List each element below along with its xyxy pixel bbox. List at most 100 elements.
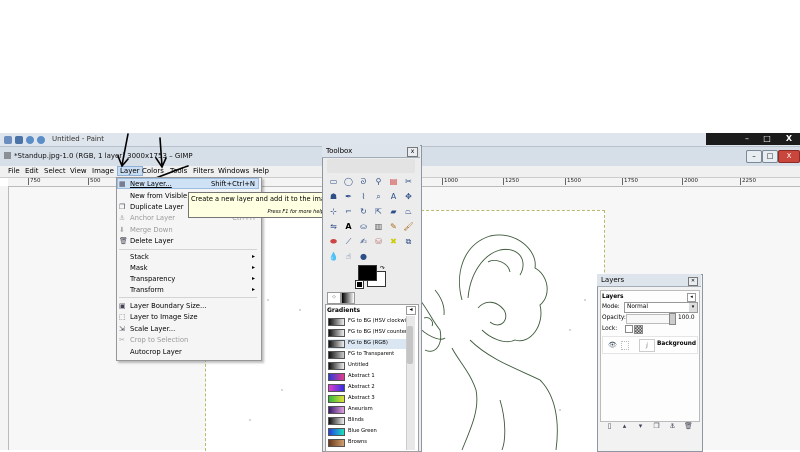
brush-preview-icon[interactable]: ⁘ <box>327 292 341 304</box>
opacity-slider-handle[interactable] <box>669 313 676 325</box>
layer-name[interactable]: Background <box>657 341 696 347</box>
clone-icon[interactable]: ⛁ <box>373 236 384 247</box>
gradient-item[interactable]: FG to BG (HSV counter-clockwise) <box>328 328 406 338</box>
toolbox-close-button[interactable]: x <box>407 147 418 157</box>
mode-select[interactable]: Normal ▾ <box>624 302 698 313</box>
gradient-scroll-thumb[interactable] <box>407 326 413 364</box>
crop-tool-icon[interactable]: ⌐ <box>343 206 354 217</box>
gradient-item[interactable]: Untitled <box>328 361 406 371</box>
delete-layer-icon[interactable]: 🗑 <box>684 422 693 431</box>
crop-icon: ✂ <box>119 336 125 344</box>
layers-menu-icon[interactable]: ◂ <box>687 293 696 302</box>
default-colors-icon[interactable] <box>355 280 364 289</box>
gradient-swatch <box>328 362 345 370</box>
duplicate-layer-icon[interactable]: ❐ <box>652 422 661 431</box>
foreground-select-icon[interactable]: ☗ <box>328 191 339 202</box>
new-layer-icon[interactable]: ▯ <box>605 422 614 431</box>
lock-label: Lock: <box>602 326 618 332</box>
gradient-item[interactable]: Abstract 2 <box>328 383 406 393</box>
delete-layer-icon: 🗑 <box>119 237 128 245</box>
text-tool-icon[interactable]: A <box>343 221 354 232</box>
rotate-icon[interactable]: ↻ <box>358 206 369 217</box>
swap-colors-icon[interactable]: ↷ <box>380 265 385 272</box>
scissors-icon[interactable]: ✂ <box>403 176 414 187</box>
gradient-name: FG to Transparent <box>348 351 395 357</box>
raise-layer-icon[interactable]: ▴ <box>620 422 629 431</box>
lasso-icon[interactable]: ᘐ <box>358 176 369 187</box>
gradient-name: Blinds <box>348 417 364 423</box>
shear-icon[interactable]: ▰ <box>388 206 399 217</box>
gradient-item[interactable]: Blinds <box>328 416 406 426</box>
menu-item-crop-to-selection[interactable]: ✂ Crop to Selection <box>116 334 260 346</box>
perspective-icon[interactable]: ⏢ <box>403 206 414 217</box>
gradient-item[interactable]: Browns <box>328 438 406 448</box>
menu-item-new-layer[interactable]: ▦ New Layer... Shift+Ctrl+N <box>116 178 260 190</box>
smudge-icon[interactable]: ☝ <box>343 251 354 262</box>
eye-icon[interactable]: 👁 <box>608 341 617 349</box>
blend-icon[interactable]: ▥ <box>373 221 384 232</box>
gradient-preview-icon[interactable] <box>341 292 355 304</box>
rect-select-icon[interactable]: ▭ <box>328 176 339 187</box>
gradient-item[interactable]: FG to BG (RGB) <box>328 339 406 349</box>
menu-shortcut: Shift+Ctrl+N <box>210 180 255 188</box>
color-picker-icon[interactable]: ⌇ <box>358 191 369 202</box>
perspective-clone-icon[interactable]: ⧉ <box>403 236 414 247</box>
menu-item-layer-to-image-size[interactable]: ⬚ Layer to Image Size <box>116 311 260 323</box>
gradient-item[interactable]: FG to BG (HSV clockwise hue) <box>328 317 406 327</box>
measure-icon[interactable]: A <box>388 191 399 202</box>
menu-item-label: Transparency <box>130 275 176 283</box>
color-select-icon[interactable]: ▤ <box>388 176 399 187</box>
gradient-item[interactable]: Abstract 1 <box>328 372 406 382</box>
ellipse-select-icon[interactable]: ◯ <box>343 176 354 187</box>
paths-icon[interactable]: ✒ <box>343 191 354 202</box>
gradient-item[interactable]: Abstract 3 <box>328 394 406 404</box>
lock-pixels-checkbox[interactable] <box>625 325 633 333</box>
layer-row[interactable]: 👁 ⅉ Background <box>602 336 698 354</box>
airbrush-icon[interactable]: ⟋ <box>343 236 354 247</box>
dodge-burn-icon[interactable]: ● <box>358 251 369 262</box>
menu-item-delete-layer[interactable]: 🗑 Delete Layer <box>116 235 260 247</box>
pencil-icon[interactable]: ✎ <box>388 221 399 232</box>
gradient-item[interactable]: Aneurism <box>328 405 406 415</box>
menu-item-label: Duplicate Layer <box>130 203 184 211</box>
lower-layer-icon[interactable]: ▾ <box>636 422 645 431</box>
eraser-icon[interactable]: ⬬ <box>328 236 339 247</box>
anchor-layer-icon[interactable]: ⚓ <box>668 422 677 431</box>
duplicate-layer-icon: ❐ <box>119 203 126 211</box>
menu-item-label: Delete Layer <box>130 237 174 245</box>
blur-icon[interactable]: 💧 <box>328 251 339 262</box>
submenu-arrow-icon: ▸ <box>251 275 255 282</box>
gradient-name: Abstract 3 <box>348 395 375 401</box>
scale-icon[interactable]: ⇱ <box>373 206 384 217</box>
heal-icon[interactable]: ✖ <box>388 236 399 247</box>
bucket-fill-icon[interactable]: ⛀ <box>358 221 369 232</box>
layer-thumbnail: ⅉ <box>639 339 655 352</box>
menu-item-label: Scale Layer... <box>130 325 176 333</box>
gradient-name: FG to BG (HSV counter-clockwise) <box>348 329 406 335</box>
gradient-item[interactable]: Blue Green <box>328 427 406 437</box>
foreground-color-swatch[interactable] <box>358 265 377 281</box>
submenu-arrow-icon: ▸ <box>251 264 255 271</box>
opacity-value[interactable]: 100.0 <box>678 315 695 321</box>
zoom-icon[interactable]: ⌕ <box>373 191 384 202</box>
paintbrush-icon[interactable]: 🖌 <box>403 221 414 232</box>
layers-tab-label[interactable]: Layers <box>602 294 623 300</box>
menu-item-autocrop-layer[interactable]: Autocrop Layer <box>116 346 260 358</box>
align-icon[interactable]: ⊹ <box>328 206 339 217</box>
chevron-down-icon: ▾ <box>689 303 697 312</box>
fuzzy-select-icon[interactable]: ⚲ <box>373 176 384 187</box>
gradient-swatch <box>328 384 345 392</box>
menu-item-transform[interactable]: Transform ▸ <box>116 284 260 296</box>
layers-close-button[interactable]: ✕ <box>688 277 698 286</box>
move-icon[interactable]: ✥ <box>403 191 414 202</box>
gradient-item[interactable]: FG to Transparent <box>328 350 406 360</box>
flip-icon[interactable]: ⇋ <box>328 221 339 232</box>
chain-icon[interactable] <box>621 341 629 350</box>
toolbox-drop-area[interactable] <box>327 159 415 173</box>
menu-separator <box>119 297 257 298</box>
gradients-menu-icon[interactable]: ◂ <box>406 306 416 315</box>
lock-alpha-checkbox[interactable] <box>634 325 643 334</box>
ink-icon[interactable]: ✍ <box>358 236 369 247</box>
merge-down-icon: ⬇ <box>119 226 125 234</box>
menu-item-label: New Layer... <box>130 180 172 188</box>
